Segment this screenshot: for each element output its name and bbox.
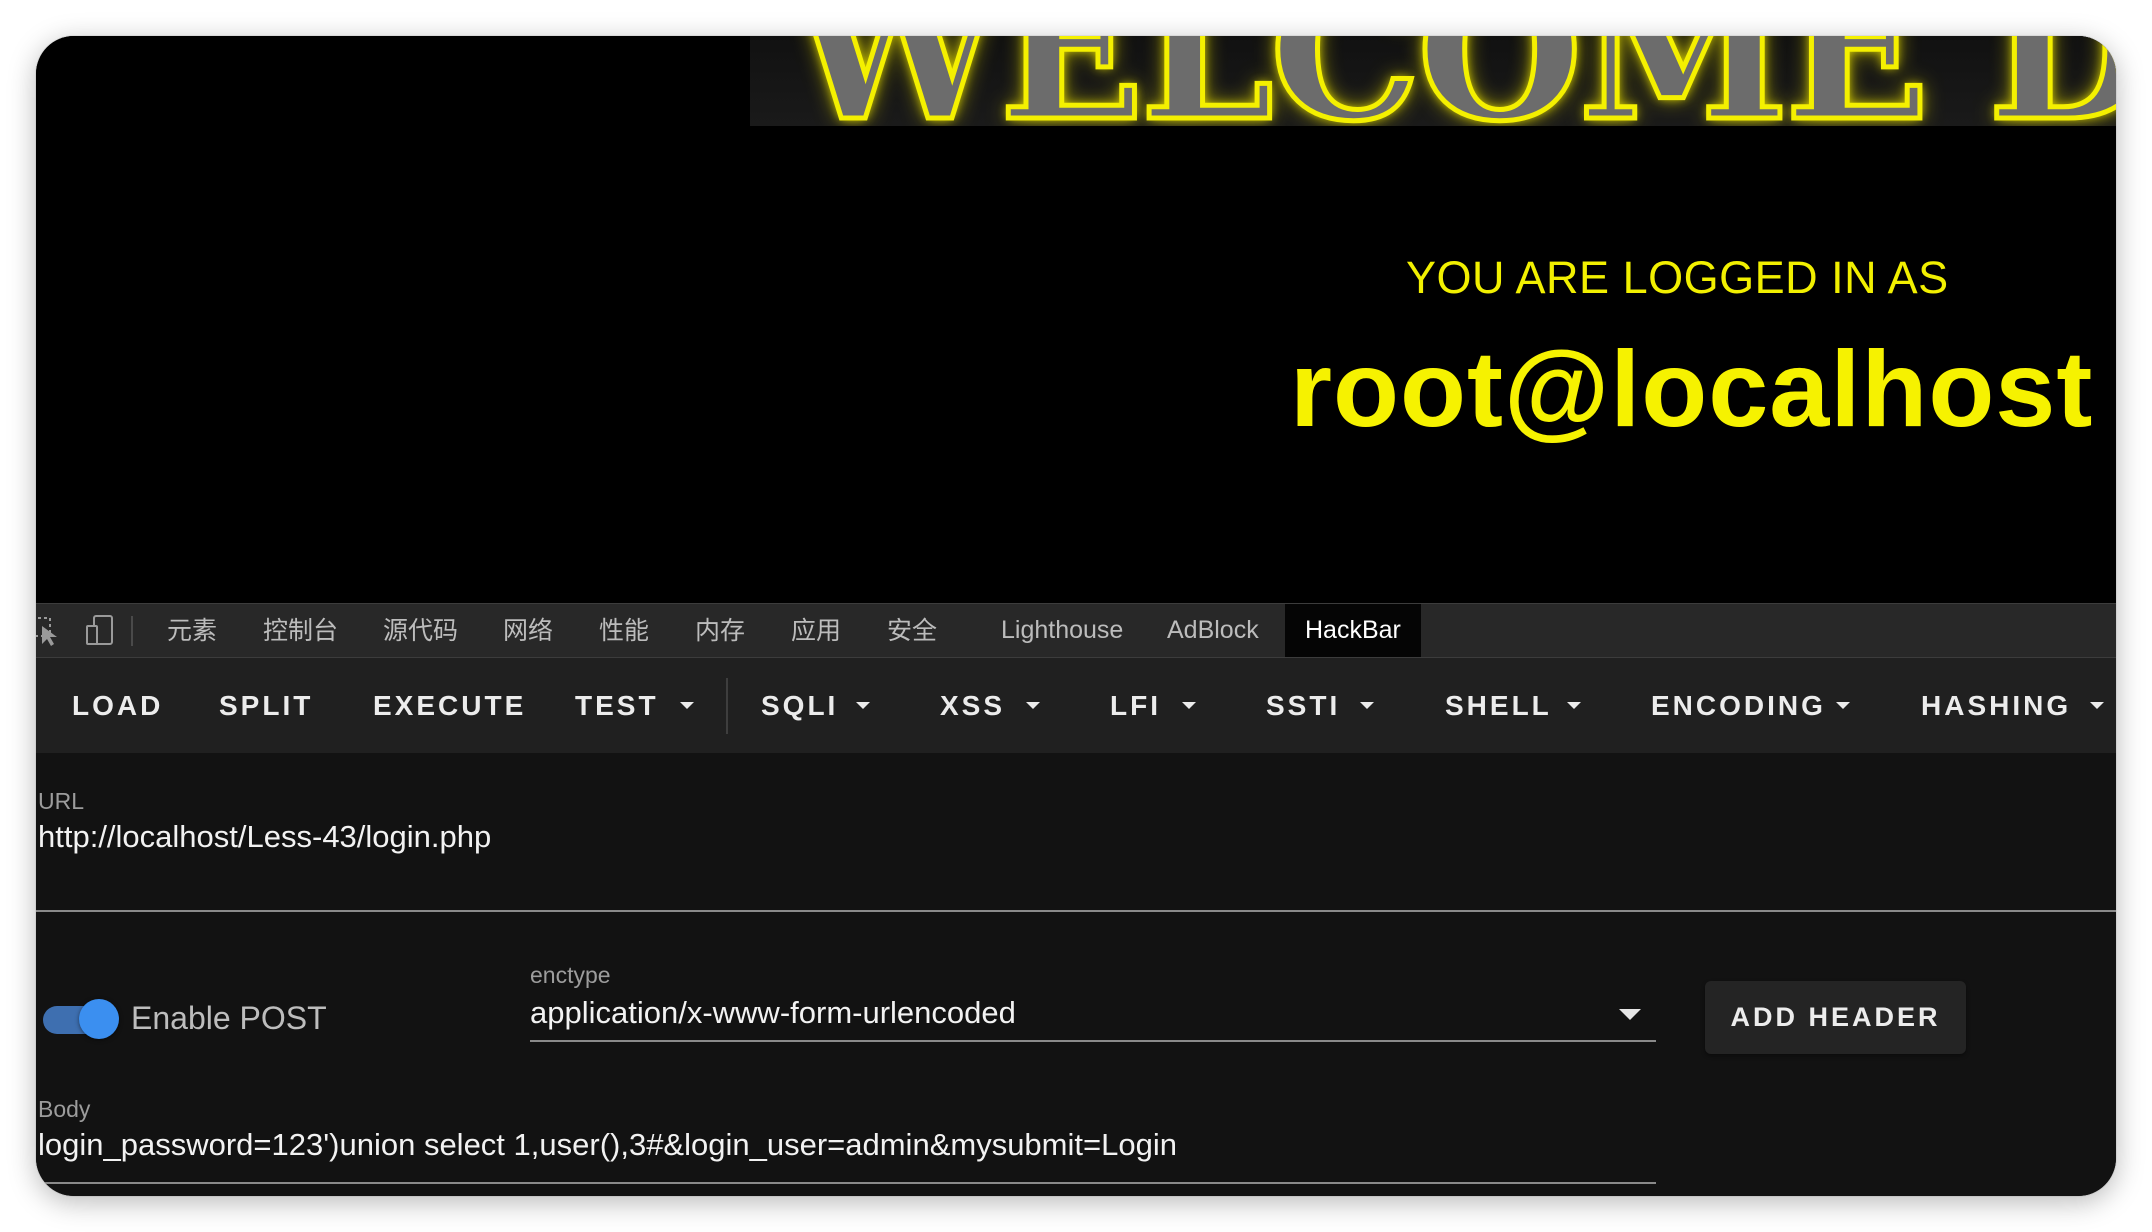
- toggle-knob[interactable]: [79, 999, 119, 1039]
- url-label: URL: [38, 788, 85, 814]
- load-button[interactable]: LOAD: [72, 658, 163, 753]
- chevron-down-icon: [2090, 702, 2104, 709]
- toolbar-divider: [726, 678, 728, 734]
- url-underline: [36, 910, 2116, 912]
- chevron-down-icon: [1360, 702, 1374, 709]
- inspect-cursor-icon[interactable]: [36, 614, 64, 648]
- xss-menu-button[interactable]: XSS: [940, 658, 1005, 753]
- tab-lighthouse[interactable]: Lighthouse: [1001, 604, 1123, 657]
- tab-memory[interactable]: 内存: [695, 604, 745, 657]
- hackbar-panel: URL http://localhost/Less-43/login.php E…: [36, 753, 2116, 1196]
- tab-sources[interactable]: 源代码: [383, 604, 458, 657]
- tab-application[interactable]: 应用: [791, 604, 841, 657]
- sqli-menu-button[interactable]: SQLI: [761, 658, 838, 753]
- devtools-tab-bar: 元素 控制台 源代码 网络 性能 内存 应用 安全 Lighthouse AdB…: [36, 603, 2116, 658]
- chevron-down-icon: [1836, 702, 1850, 709]
- chevron-down-icon[interactable]: [1619, 1009, 1641, 1020]
- chevron-down-icon: [1182, 702, 1196, 709]
- tab-network[interactable]: 网络: [503, 604, 553, 657]
- chevron-down-icon: [856, 702, 870, 709]
- logged-in-user: root@localhost: [1290, 328, 2094, 449]
- chevron-down-icon: [680, 702, 694, 709]
- chevron-down-icon: [1026, 702, 1040, 709]
- browser-window: WELCOME D YOU ARE LOGGED IN AS root@loca…: [36, 36, 2116, 1196]
- body-label: Body: [38, 1096, 91, 1122]
- ssti-menu-button[interactable]: SSTI: [1266, 658, 1340, 753]
- tab-elements[interactable]: 元素: [167, 604, 217, 657]
- device-toggle-icon[interactable]: [84, 614, 118, 648]
- lfi-menu-button[interactable]: LFI: [1110, 658, 1161, 753]
- hackbar-toolbar: LOAD SPLIT EXECUTE TEST SQLI XSS LFI SST…: [36, 658, 2116, 753]
- toolbar-divider: [131, 616, 133, 646]
- tab-adblock[interactable]: AdBlock: [1167, 604, 1259, 657]
- add-header-button[interactable]: ADD HEADER: [1705, 981, 1966, 1054]
- split-button[interactable]: SPLIT: [219, 658, 313, 753]
- execute-button[interactable]: EXECUTE: [373, 658, 526, 753]
- tab-console[interactable]: 控制台: [263, 604, 338, 657]
- hashing-menu-button[interactable]: HASHING: [1921, 658, 2071, 753]
- chevron-down-icon: [1567, 702, 1581, 709]
- tab-performance[interactable]: 性能: [599, 604, 649, 657]
- body-input[interactable]: login_password=123')union select 1,user(…: [38, 1127, 1177, 1163]
- test-menu-button[interactable]: TEST: [575, 658, 659, 753]
- enctype-select[interactable]: application/x-www-form-urlencoded: [530, 995, 1016, 1031]
- tab-hackbar[interactable]: HackBar: [1285, 604, 1421, 657]
- enctype-underline: [530, 1040, 1656, 1042]
- shell-menu-button[interactable]: SHELL: [1445, 658, 1552, 753]
- page-viewport: WELCOME D YOU ARE LOGGED IN AS root@loca…: [36, 36, 2116, 603]
- logged-in-label: YOU ARE LOGGED IN AS: [1406, 252, 1949, 303]
- tab-security[interactable]: 安全: [887, 604, 937, 657]
- welcome-banner: WELCOME D: [750, 36, 2116, 126]
- encoding-menu-button[interactable]: ENCODING: [1651, 658, 1826, 753]
- banner-text: WELCOME D: [788, 36, 2116, 126]
- url-input[interactable]: http://localhost/Less-43/login.php: [38, 819, 491, 855]
- enable-post-label: Enable POST: [131, 1000, 327, 1036]
- enctype-label: enctype: [530, 962, 611, 988]
- body-underline: [36, 1182, 1656, 1184]
